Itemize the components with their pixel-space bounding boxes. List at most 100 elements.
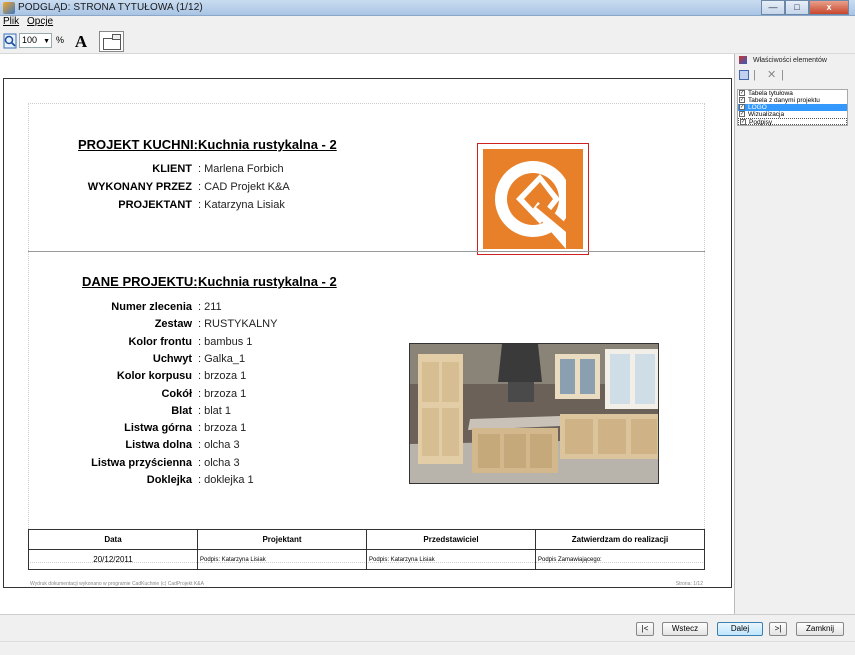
data-row-value: : brzoza 1: [198, 370, 247, 383]
project-title-label: PROJEKT KUCHNI:: [78, 137, 198, 152]
list-item-project-data-table[interactable]: ✓ Tabela z danymi projektu: [738, 97, 847, 104]
signature-table: Data Projektant Przedstawiciel Zatwierdz…: [28, 529, 705, 570]
status-bar: [0, 641, 855, 655]
separator-icon: |: [753, 69, 756, 81]
list-item-logo[interactable]: ✓ LOGO: [738, 104, 847, 111]
data-row-label: Listwa górna: [124, 422, 192, 435]
checkbox-checked-icon[interactable]: ✓: [739, 104, 745, 110]
list-item-label: LOGO: [748, 104, 767, 111]
app-icon: [3, 2, 15, 14]
checkbox-checked-icon[interactable]: ✓: [739, 97, 745, 103]
designer-value: : Katarzyna Lisiak: [198, 199, 285, 211]
page-footer-left: Wydruk dokumentacji wykonano w programie…: [30, 581, 204, 587]
page-setup-button[interactable]: [99, 31, 124, 52]
close-window-button[interactable]: x: [809, 0, 849, 15]
data-row-label: Listwa przyścienna: [91, 456, 192, 469]
page-setup-tab-icon: [112, 34, 121, 40]
window-title: PODGLĄD: STRONA TYTUŁOWA (1/12): [18, 2, 203, 13]
sig-cell-designer: Podpis: Katarzyna Lisiak: [197, 549, 367, 570]
window-controls: — □ x: [761, 0, 849, 15]
zoom-unit: %: [56, 35, 65, 45]
minimize-button[interactable]: —: [761, 0, 785, 15]
maximize-button[interactable]: □: [785, 0, 809, 15]
list-item-label: Tabela z danymi projektu: [748, 97, 820, 104]
close-button[interactable]: Zamknij: [796, 622, 844, 636]
delete-icon[interactable]: ✕: [767, 70, 777, 81]
properties-panel: Właściwości elementów | ✕ | ✓ Tabela tytu…: [735, 54, 855, 614]
menu-plik[interactable]: Plik: [3, 16, 19, 27]
data-row-value: : bambus 1: [198, 335, 253, 348]
data-row-value: : brzoza 1: [198, 422, 247, 435]
last-page-button[interactable]: >|: [769, 622, 787, 636]
list-item-label: Wizualizacja: [748, 111, 785, 118]
data-row-label: Cokół: [161, 387, 192, 400]
data-row-label: Listwa dolna: [125, 439, 192, 452]
first-page-button[interactable]: |<: [636, 622, 654, 636]
list-item-label: Tabela tytułowa: [748, 90, 793, 97]
data-row-label: Kolor frontu: [128, 335, 192, 348]
list-item-visualization[interactable]: ✓ Wizualizacja: [738, 111, 847, 118]
client-value: : Marlena Forbich: [198, 163, 284, 175]
page-footer-right: Strona: 1/12: [675, 581, 703, 587]
sig-cell-representative: Podpis: Katarzyna Lisiak: [366, 549, 536, 570]
data-row-label: Doklejka: [146, 474, 192, 486]
section-divider: [28, 251, 705, 252]
toolbar: 100 ▼ % A: [0, 29, 855, 54]
save-icon[interactable]: [739, 70, 749, 80]
sig-header-representative: Przedstawiciel: [366, 529, 536, 550]
checkbox-checked-icon[interactable]: ✓: [740, 119, 746, 125]
menu-opcje[interactable]: Opcje: [27, 16, 53, 27]
project-data-title-label: DANE PROJEKTU:: [82, 274, 198, 289]
list-item-signatures[interactable]: ✓ Podpisy: [738, 118, 847, 126]
data-row-value: : olcha 3: [198, 439, 240, 452]
made-by-value: : CAD Projekt K&A: [198, 181, 290, 193]
logo-image: [477, 143, 589, 255]
sig-cell-date: 20/12/2011: [28, 549, 198, 570]
data-row-label: Uchwyt: [152, 352, 192, 365]
zoom-select[interactable]: 100 ▼: [19, 33, 52, 48]
sig-header-approval: Zatwierdzam do realizacji: [535, 529, 705, 550]
data-row-label: Kolor korpusu: [116, 370, 192, 383]
chevron-down-icon: ▼: [43, 38, 50, 45]
properties-panel-title: Właściwości elementów: [753, 56, 827, 64]
data-row-label: Numer zlecenia: [111, 301, 192, 313]
list-item-title-table[interactable]: ✓ Tabela tytułowa: [738, 90, 847, 97]
project-data-title-value: Kuchnia rustykalna - 2: [198, 274, 337, 289]
data-row-value: : RUSTYKALNY: [198, 318, 278, 331]
made-by-label: WYKONANY PRZEZ: [87, 181, 192, 193]
data-row-value: : doklejka 1: [198, 474, 254, 486]
data-row-value: : blat 1: [198, 404, 232, 417]
sig-cell-approval: Podpis Zamawiającego:: [535, 549, 705, 570]
page-preview: PROJEKT KUCHNI: Kuchnia rustykalna - 2 K…: [3, 78, 732, 588]
logo-graphic: [483, 149, 583, 249]
designer-label: PROJEKTANT: [118, 199, 192, 211]
properties-toolbar: | ✕ |: [739, 68, 795, 82]
data-row-label: Zestaw: [154, 318, 192, 331]
back-button[interactable]: Wstecz: [662, 622, 708, 636]
data-row-value: : brzoza 1: [198, 387, 247, 400]
properties-panel-header: Właściwości elementów: [739, 56, 827, 64]
data-row-label: Blat: [171, 404, 192, 417]
zoom-value: 100: [22, 35, 38, 45]
sig-header-designer: Projektant: [197, 529, 367, 550]
checkbox-checked-icon[interactable]: ✓: [739, 111, 745, 117]
data-row-value: : Galka_1: [198, 352, 246, 365]
checkbox-checked-icon[interactable]: ✓: [739, 90, 745, 96]
properties-icon: [739, 56, 747, 64]
kitchen-photo-graphic: [410, 344, 658, 483]
next-button[interactable]: Dalej: [717, 622, 763, 636]
title-bar: PODGLĄD: STRONA TYTUŁOWA (1/12) — □ x: [0, 0, 855, 16]
preview-area[interactable]: PROJEKT KUCHNI: Kuchnia rustykalna - 2 K…: [0, 54, 735, 614]
zoom-page-icon[interactable]: [3, 33, 17, 49]
elements-list: ✓ Tabela tytułowa ✓ Tabela z danymi projek…: [737, 89, 848, 126]
data-row-value: : olcha 3: [198, 456, 240, 469]
data-row-value: : 211: [198, 301, 222, 313]
list-item-label: Podpisy: [749, 119, 773, 126]
client-label: KLIENT: [152, 163, 192, 175]
sig-header-date: Data: [28, 529, 198, 550]
navigation-bar: |< Wstecz Dalej >| Zamknij: [0, 614, 855, 641]
kitchen-visualization-image: [409, 343, 659, 484]
project-title-value: Kuchnia rustykalna - 2: [198, 137, 337, 152]
font-button[interactable]: A: [70, 32, 92, 51]
separator-icon: |: [781, 69, 784, 81]
